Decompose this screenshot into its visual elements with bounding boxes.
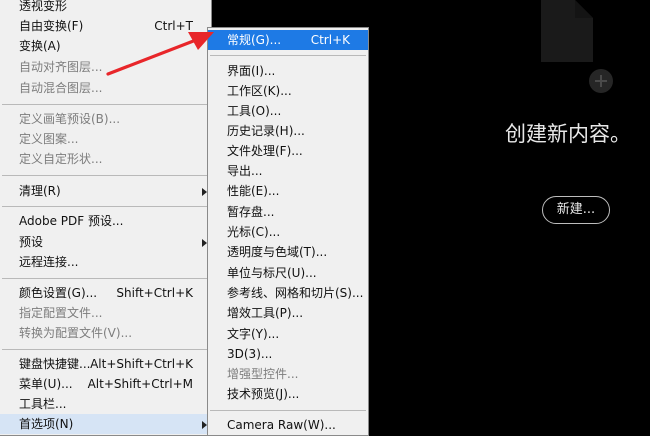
menu-item-color-settings[interactable]: 颜色设置(G)... Shift+Ctrl+K <box>0 283 211 303</box>
submenu-item-cursors[interactable]: 光标(C)... <box>208 222 368 242</box>
menu-item-transform[interactable]: 变换(A) <box>0 36 211 56</box>
edit-menu: 透视变形 自由变换(F) Ctrl+T 变换(A) 自动对齐图层... 自动混合图… <box>0 0 212 436</box>
menu-item-adobe-pdf-presets[interactable]: Adobe PDF 预设... <box>0 211 211 231</box>
menu-item-convert-to-profile[interactable]: 转换为配置文件(V)... <box>0 323 211 343</box>
menu-item-preferences[interactable]: 首选项(N) <box>0 414 211 434</box>
submenu-item-interface[interactable]: 界面(I)... <box>208 61 368 81</box>
menu-item-menus[interactable]: 菜单(U)... Alt+Shift+Ctrl+M <box>0 374 211 394</box>
menu-item-toolbar[interactable]: 工具栏... <box>0 394 211 414</box>
submenu-item-camera-raw[interactable]: Camera Raw(W)... <box>208 415 368 435</box>
workspace-background: 创建新内容。 新建... 透视变形 自由变换(F) Ctrl+T 变换(A) 自动… <box>0 0 650 436</box>
submenu-item-scratch-disks[interactable]: 暂存盘... <box>208 202 368 222</box>
submenu-item-file-handling[interactable]: 文件处理(F)... <box>208 141 368 161</box>
add-plus-icon <box>589 69 613 93</box>
menu-separator <box>2 206 209 207</box>
new-document-icon <box>541 0 593 62</box>
menu-separator <box>2 175 209 176</box>
menu-item-assign-profile[interactable]: 指定配置文件... <box>0 303 211 323</box>
submenu-item-guides-grid-slices[interactable]: 参考线、网格和切片(S)... <box>208 283 368 303</box>
menu-separator <box>2 278 209 279</box>
menu-separator <box>210 55 366 56</box>
submenu-item-performance[interactable]: 性能(E)... <box>208 181 368 201</box>
menu-item-perspective-warp[interactable]: 透视变形 <box>0 0 211 16</box>
menu-separator <box>2 104 209 105</box>
submenu-item-tools[interactable]: 工具(O)... <box>208 101 368 121</box>
welcome-title: 创建新内容。 <box>505 122 631 146</box>
menu-item-free-transform[interactable]: 自由变换(F) Ctrl+T <box>0 16 211 36</box>
submenu-item-history[interactable]: 历史记录(H)... <box>208 121 368 141</box>
submenu-item-type[interactable]: 文字(Y)... <box>208 324 368 344</box>
menu-item-define-brush[interactable]: 定义画笔预设(B)... <box>0 109 211 129</box>
menu-separator <box>210 410 366 411</box>
menu-item-remote-connections[interactable]: 远程连接... <box>0 252 211 272</box>
submenu-item-transparency-gamut[interactable]: 透明度与色域(T)... <box>208 242 368 262</box>
submenu-item-workspace[interactable]: 工作区(K)... <box>208 81 368 101</box>
menu-item-auto-blend-layers[interactable]: 自动混合图层... <box>0 78 211 98</box>
menu-item-keyboard-shortcuts[interactable]: 键盘快捷键... Alt+Shift+Ctrl+K <box>0 354 211 374</box>
submenu-item-general[interactable]: 常规(G)... Ctrl+K <box>208 30 368 50</box>
menu-item-define-custom-shape[interactable]: 定义自定形状... <box>0 149 211 169</box>
submenu-item-plugins[interactable]: 增效工具(P)... <box>208 303 368 323</box>
submenu-item-export[interactable]: 导出... <box>208 161 368 181</box>
submenu-item-units-rulers[interactable]: 单位与标尺(U)... <box>208 263 368 283</box>
preferences-submenu: 常规(G)... Ctrl+K 界面(I)... 工作区(K)... 工具(O).… <box>207 27 369 436</box>
submenu-item-3d[interactable]: 3D(3)... <box>208 344 368 364</box>
submenu-item-technology-previews[interactable]: 技术预览(J)... <box>208 384 368 404</box>
submenu-item-enhanced-controls[interactable]: 增强型控件... <box>208 364 368 384</box>
new-button[interactable]: 新建... <box>542 196 610 224</box>
menu-item-auto-align-layers[interactable]: 自动对齐图层... <box>0 57 211 77</box>
menu-separator <box>2 349 209 350</box>
menu-item-presets[interactable]: 预设 <box>0 232 211 252</box>
menu-item-define-pattern[interactable]: 定义图案... <box>0 129 211 149</box>
menu-item-purge[interactable]: 清理(R) <box>0 181 211 201</box>
